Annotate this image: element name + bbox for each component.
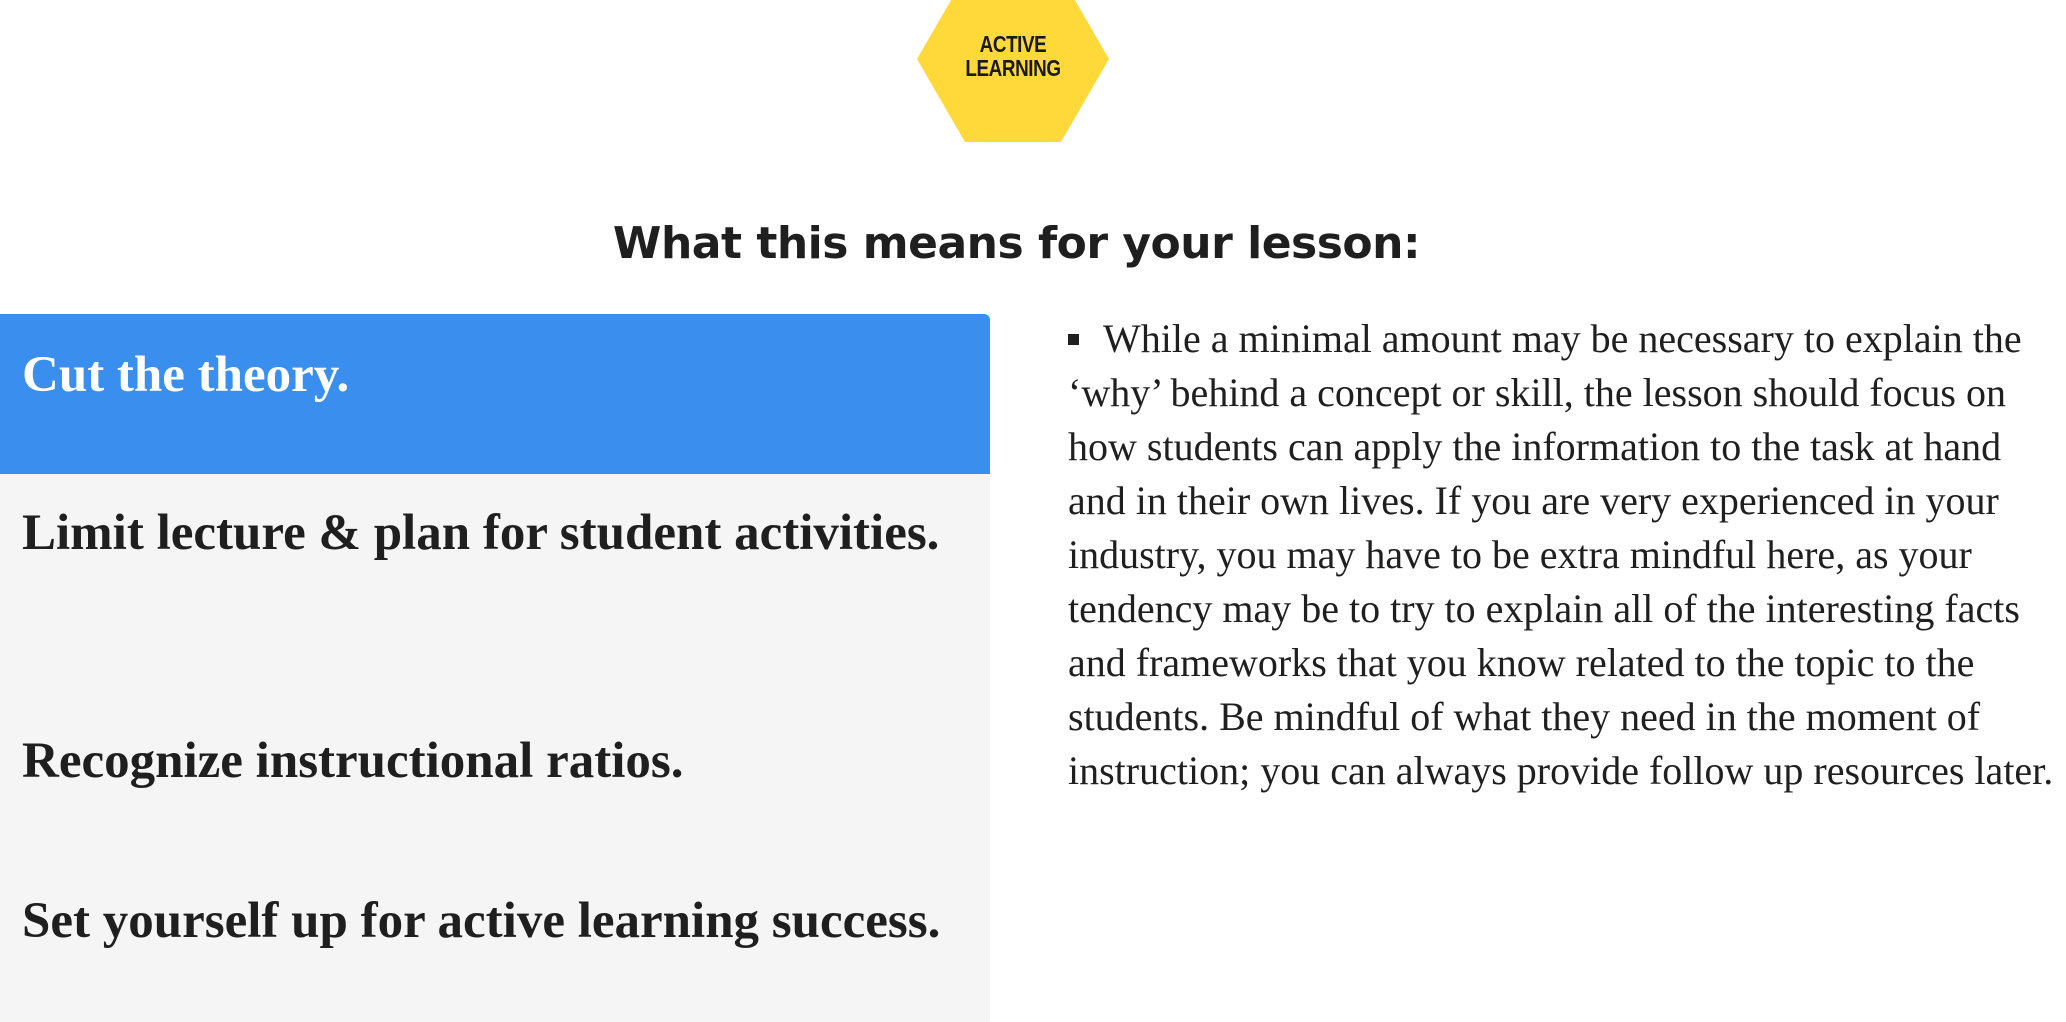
tab-list: Cut the theory. Limit lecture & plan for… — [0, 314, 990, 1022]
bullet-icon — [1068, 334, 1079, 346]
tab-instructional-ratios[interactable]: Recognize instructional ratios. — [0, 728, 990, 794]
active-learning-badge: ACTIVE LEARNING — [917, 0, 1109, 142]
tab-content-panel: While a minimal amount may be necessary … — [1068, 312, 2058, 798]
tab-cut-the-theory[interactable]: Cut the theory. — [0, 314, 990, 474]
tab-content-text: While a minimal amount may be necessary … — [1068, 316, 2054, 793]
tab-limit-lecture[interactable]: Limit lecture & plan for student activit… — [0, 500, 990, 566]
badge-label: ACTIVE LEARNING — [934, 32, 1091, 80]
tab-active-learning-success[interactable]: Set yourself up for active learning succ… — [0, 888, 990, 954]
badge-line-1: ACTIVE — [979, 31, 1047, 57]
section-heading: What this means for your lesson: — [612, 218, 1421, 269]
badge-line-2: LEARNING — [965, 55, 1061, 81]
